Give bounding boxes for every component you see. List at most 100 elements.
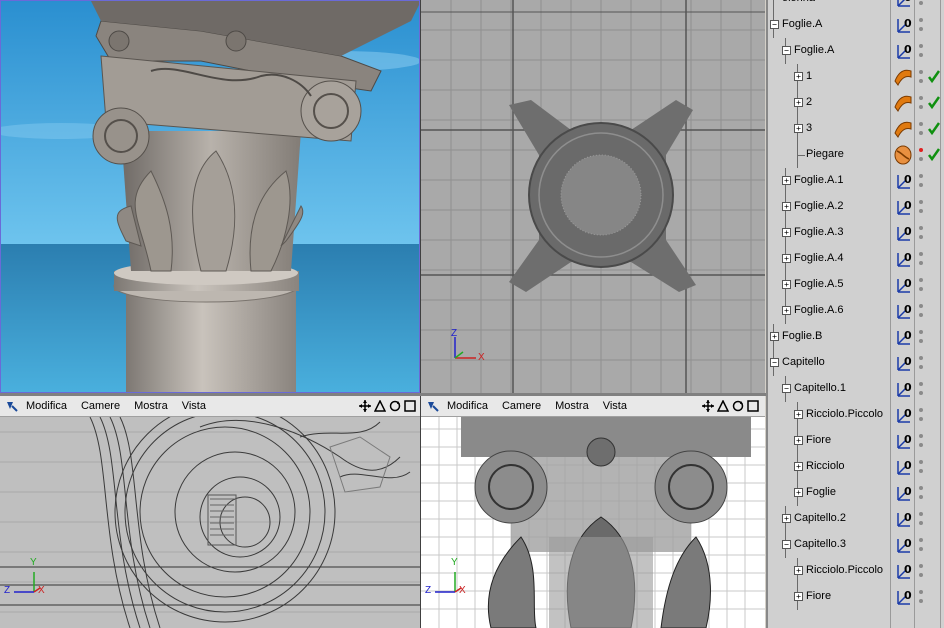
object-name[interactable]: Ricciolo [806,460,845,472]
visibility-dots-icon[interactable] [918,0,924,8]
enabled-check-icon[interactable] [928,69,941,84]
visibility-dots-icon[interactable] [918,250,924,268]
object-row[interactable]: − Capitello.1 0 [768,376,944,402]
visibility-dots-icon[interactable] [918,354,924,372]
object-name[interactable]: Piegare [806,148,844,160]
object-name[interactable]: Foglie.A [794,44,834,56]
null-object-icon[interactable]: 0 [893,431,913,451]
visibility-dots-icon[interactable] [918,432,924,450]
menu-vista[interactable]: Vista [603,400,627,412]
object-name[interactable]: Foglie.A.5 [794,278,844,290]
menu-vista[interactable]: Vista [182,400,206,412]
null-object-icon[interactable]: 0 [893,249,913,269]
viewport-options-icon[interactable] [4,398,20,414]
move-view-icon[interactable] [359,400,371,412]
object-name[interactable]: Ricciolo.Piccolo [806,564,883,576]
expand-toggle[interactable]: + [794,592,803,601]
menu-mostra[interactable]: Mostra [134,400,168,412]
visibility-dots-icon[interactable] [918,198,924,216]
object-row[interactable]: +2 [768,90,944,116]
null-object-icon[interactable]: 0 [893,457,913,477]
expand-toggle[interactable]: + [794,124,803,133]
menu-camere[interactable]: Camere [502,400,541,412]
maximize-view-icon[interactable] [404,400,416,412]
rotate-view-icon[interactable] [389,400,401,412]
viewport-divider-vertical[interactable] [420,0,421,628]
object-name[interactable]: Foglie.B [782,330,822,342]
expand-toggle[interactable]: + [782,514,791,523]
object-row[interactable]: +1 [768,64,944,90]
object-name[interactable]: Foglie.A [782,18,822,30]
object-name[interactable]: Foglie.A.6 [794,304,844,316]
object-row[interactable]: +3 [768,116,944,142]
collapse-toggle[interactable]: − [782,540,791,549]
object-row[interactable]: + Capitello.2 0 [768,506,944,532]
object-row[interactable]: + Fiore 0 [768,428,944,454]
expand-toggle[interactable]: + [794,98,803,107]
menu-modifica[interactable]: Modifica [26,400,67,412]
menu-mostra[interactable]: Mostra [555,400,589,412]
null-object-icon[interactable]: 0 [893,41,913,61]
object-name[interactable]: Capitello.3 [794,538,846,550]
object-row[interactable]: + Fiore 0 [768,584,944,610]
expand-toggle[interactable]: + [782,228,791,237]
visibility-dots-icon[interactable] [918,510,924,528]
bend-deformer-icon[interactable] [893,145,913,165]
collapse-toggle[interactable]: − [770,358,779,367]
expand-toggle[interactable]: + [794,72,803,81]
visibility-dots-icon[interactable] [918,458,924,476]
visibility-dots-icon[interactable] [918,146,924,164]
object-row[interactable]: + Foglie.A.3 0 [768,220,944,246]
top-viewport[interactable]: Z X [421,0,765,393]
visibility-dots-icon[interactable] [918,120,924,138]
side-view-canvas[interactable]: Y Z X [0,417,420,628]
null-object-icon[interactable]: 0 [893,327,913,347]
enabled-check-icon[interactable] [928,95,941,110]
object-name[interactable]: 2 [806,96,812,108]
visibility-dots-icon[interactable] [918,172,924,190]
object-row[interactable]: − Capitello.3 0 [768,532,944,558]
front-viewport[interactable]: Modifica Camere Mostra Vista Y Z X [421,396,765,628]
object-row[interactable]: + Ricciolo.Piccolo 0 [768,558,944,584]
object-row[interactable]: + Foglie.A.1 0 [768,168,944,194]
object-name[interactable]: Capitello.2 [794,512,846,524]
front-view-canvas[interactable]: Y Z X [421,417,765,628]
object-name[interactable]: 1 [806,70,812,82]
expand-toggle[interactable]: + [782,280,791,289]
null-object-icon[interactable]: 0 [893,509,913,529]
visibility-dots-icon[interactable] [918,562,924,580]
enabled-check-icon[interactable] [928,147,941,162]
object-name[interactable]: Ricciolo.Piccolo [806,408,883,420]
zoom-view-icon[interactable] [717,400,729,412]
object-name[interactable]: Capitello [782,356,825,368]
object-name[interactable]: olonna [782,0,815,4]
null-object-icon[interactable]: 0 [893,301,913,321]
expand-toggle[interactable]: + [782,176,791,185]
null-object-icon[interactable]: 0 [893,353,913,373]
expand-toggle[interactable]: + [782,202,791,211]
collapse-toggle[interactable]: − [770,20,779,29]
object-row[interactable]: + Ricciolo 0 [768,454,944,480]
object-row[interactable]: + Foglie.B 0 [768,324,944,350]
object-row[interactable]: + Foglie 0 [768,480,944,506]
null-object-icon[interactable]: 0 [893,275,913,295]
bend-object-icon[interactable] [893,93,913,113]
null-object-icon[interactable]: 0 [893,15,913,35]
zoom-view-icon[interactable] [374,400,386,412]
visibility-dots-icon[interactable] [918,94,924,112]
expand-toggle[interactable]: + [794,462,803,471]
rotate-view-icon[interactable] [732,400,744,412]
expand-toggle[interactable]: + [782,254,791,263]
object-name[interactable]: Foglie.A.2 [794,200,844,212]
object-name[interactable]: Foglie.A.1 [794,174,844,186]
visibility-dots-icon[interactable] [918,276,924,294]
viewport-options-icon[interactable] [425,398,441,414]
object-row[interactable]: + Foglie.A.5 0 [768,272,944,298]
object-row[interactable]: + Foglie.A.4 0 [768,246,944,272]
null-object-icon[interactable]: 0 [893,171,913,191]
object-name[interactable]: Fiore [806,590,831,602]
object-manager[interactable]: olonna0−Foglie.A0−Foglie.A0+1+2+3Piegare… [766,0,944,628]
null-object-icon[interactable]: 0 [893,0,913,9]
expand-toggle[interactable]: + [794,410,803,419]
object-row[interactable]: − Foglie.A 0 [768,12,944,38]
